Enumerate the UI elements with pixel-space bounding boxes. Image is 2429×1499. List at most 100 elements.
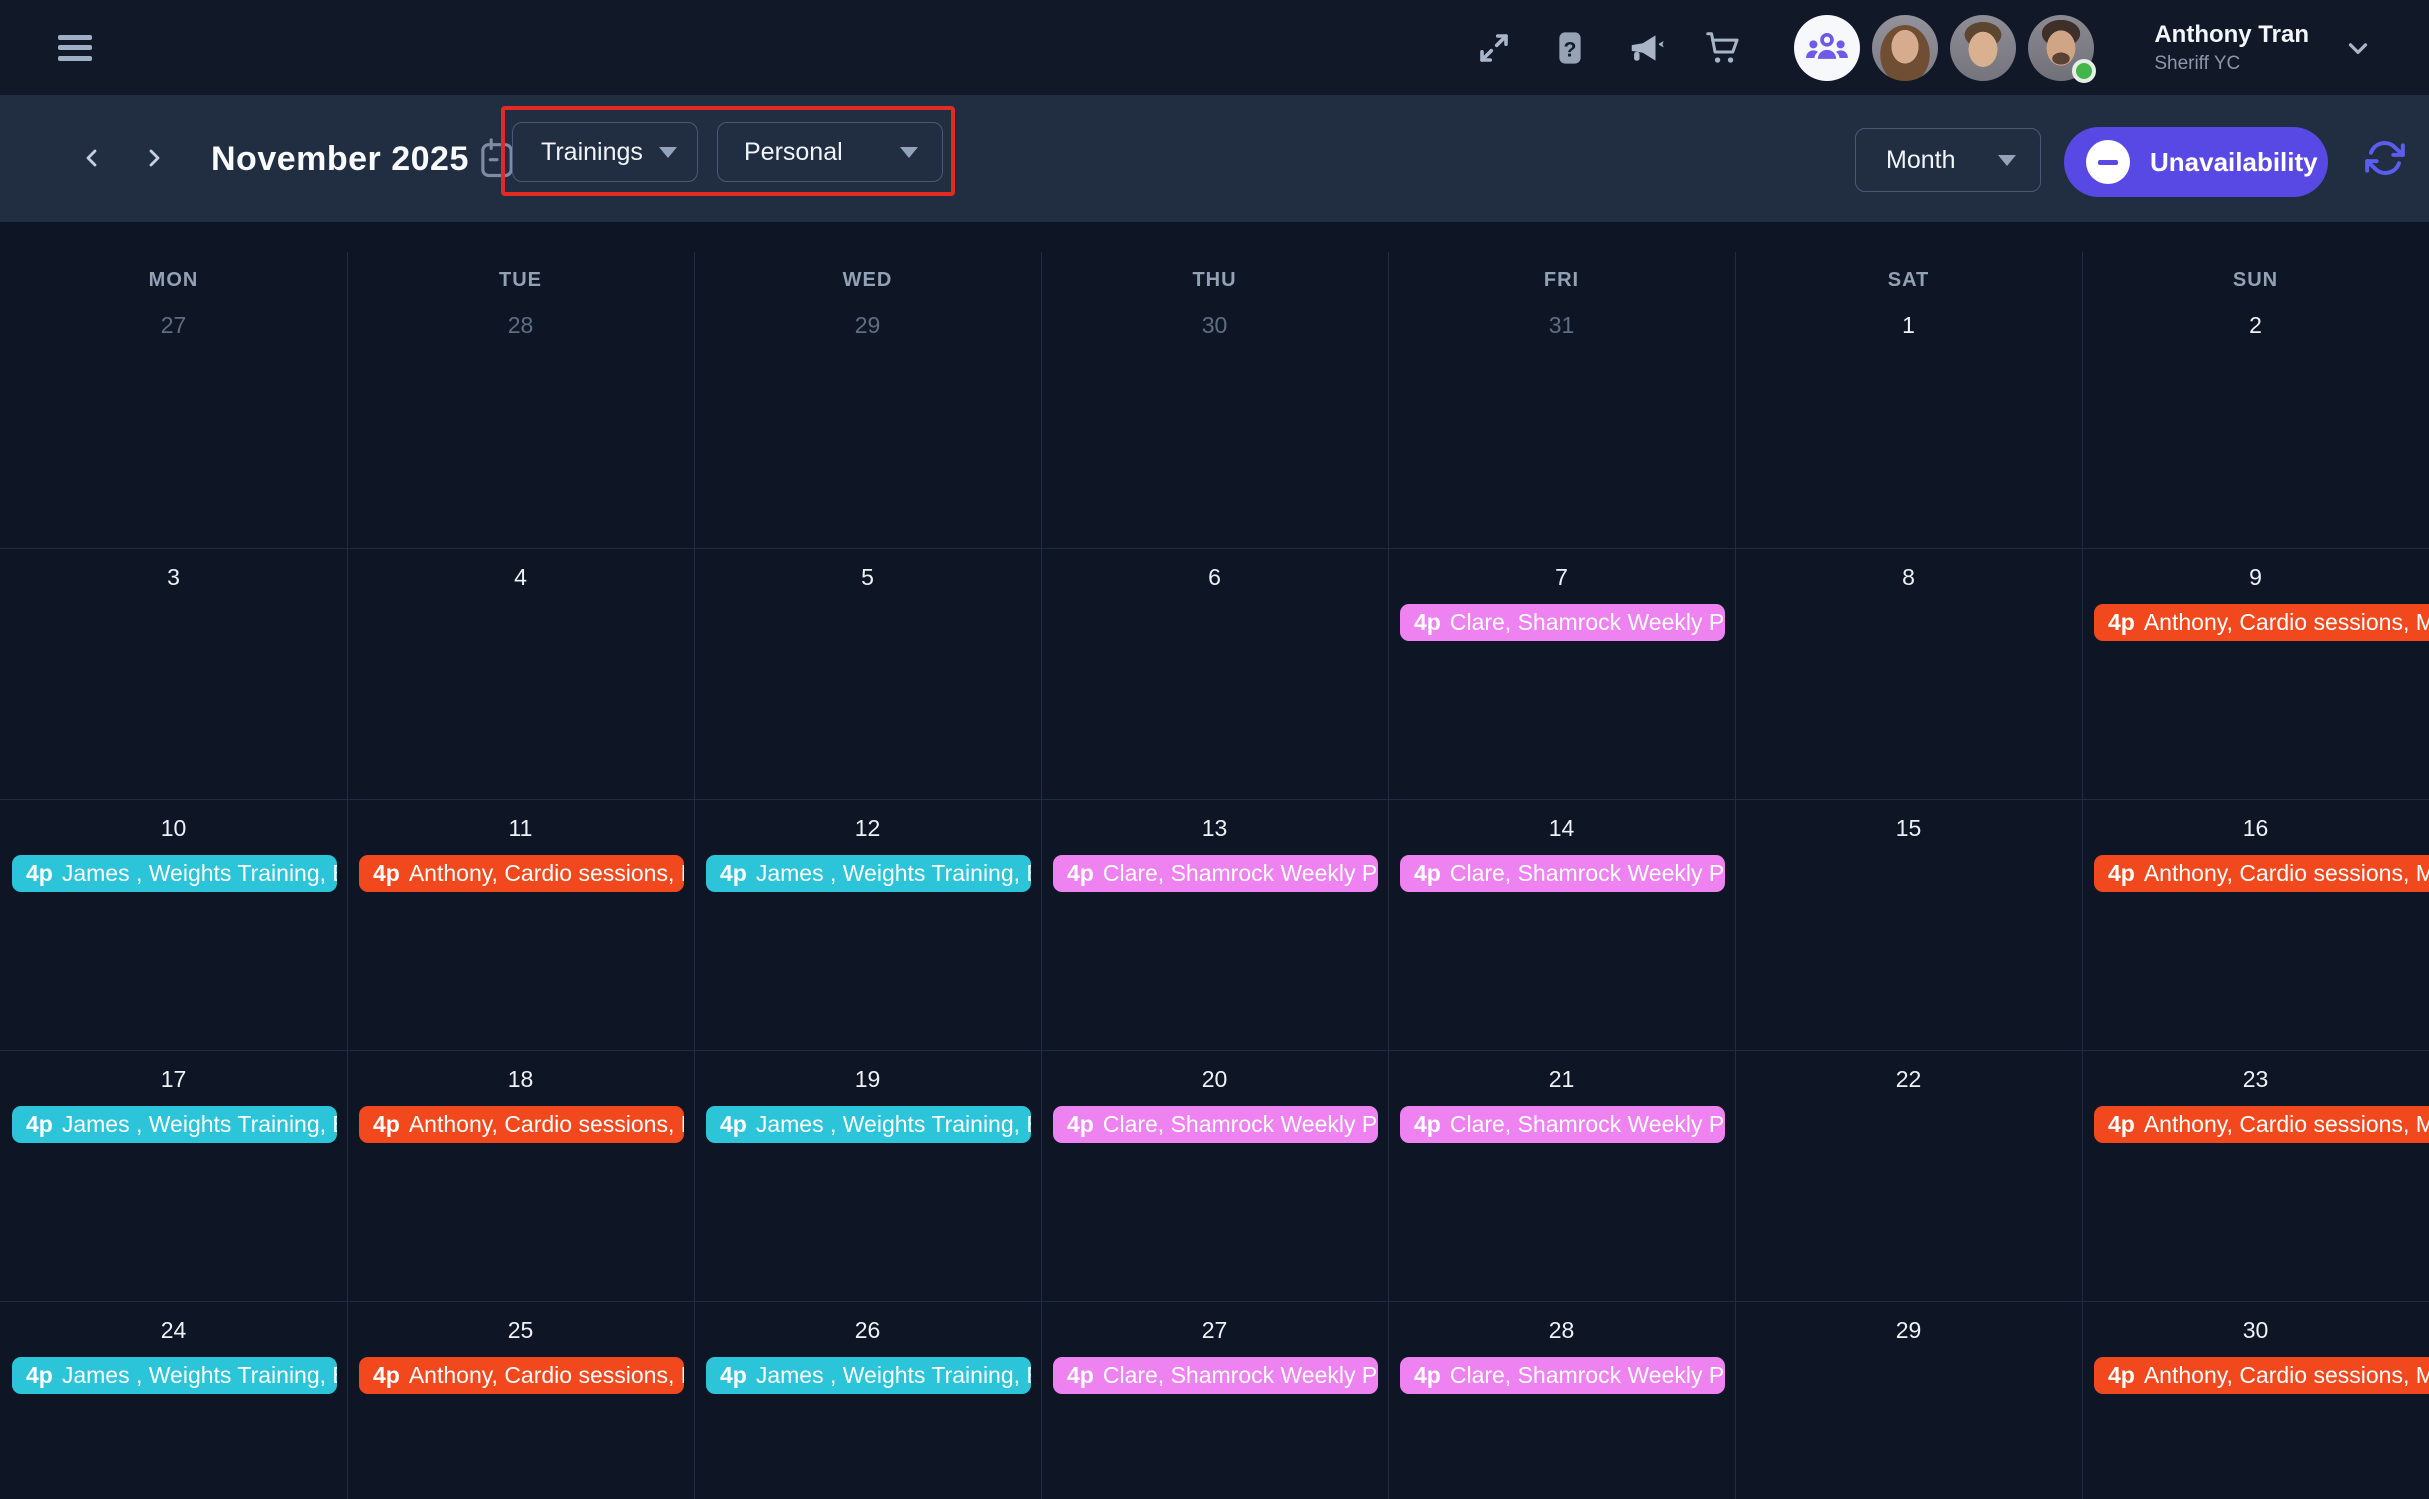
event-time: 4p [1414,1362,1441,1389]
calendar-week-row: 272829303112 [0,297,2429,548]
calendar-day-cell[interactable]: 15 [1735,800,2082,1050]
event-chip[interactable]: 4pAnthony, Cardio sessions, Mal [359,1357,684,1394]
next-month-button[interactable] [136,140,172,176]
cart-icon[interactable] [1702,28,1742,68]
event-chip[interactable]: 4pClare, Shamrock Weekly Prepa [1400,604,1725,641]
calendar-day-cell[interactable]: 264pJames , Weights Training, Berr [694,1302,1041,1499]
trainings-filter-dropdown[interactable]: Trainings [512,122,698,182]
event-time: 4p [720,860,747,887]
calendar-day-cell[interactable]: 31 [1388,297,1735,548]
calendar-day-cell[interactable]: 30 [1041,297,1388,548]
unavailability-button[interactable]: Unavailability [2064,127,2328,197]
calendar-day-cell[interactable]: 5 [694,549,1041,799]
event-chip[interactable]: 4pAnthony, Cardio sessions, Mal [359,855,684,892]
megaphone-icon[interactable] [1626,28,1666,68]
event-chip[interactable]: 4pJames , Weights Training, Berr [12,1106,337,1143]
view-mode-dropdown[interactable]: Month [1855,128,2041,192]
event-chip[interactable]: 4p Anthony, Cardio sessions, Mal [2094,604,2429,641]
calendar-day-cell[interactable]: 16 4p Anthony, Cardio sessions, Mal [2082,800,2429,1050]
day-number: 2 [2082,312,2429,338]
calendar-day-cell[interactable]: 29 [694,297,1041,548]
calendar-day-cell[interactable]: 174pJames , Weights Training, Berr [0,1051,347,1301]
event-chip[interactable]: 4pAnthony, Cardio sessions, Mal [359,1106,684,1143]
event-time: 4p [2108,609,2135,636]
event-chip[interactable]: 4pClare, Shamrock Weekly Prepa [1053,1106,1378,1143]
calendar-icon[interactable] [477,136,517,185]
calendar-day-cell[interactable]: 8 [1735,549,2082,799]
calendar-day-cell[interactable]: 144pClare, Shamrock Weekly Prepa [1388,800,1735,1050]
fullscreen-icon[interactable] [1474,28,1514,68]
event-time: 4p [373,1111,400,1138]
event-chip[interactable]: 4pJames , Weights Training, Berr [706,1357,1031,1394]
event-chip[interactable]: 4pClare, Shamrock Weekly Prepa [1053,855,1378,892]
event-label: Anthony, Cardio sessions, Mal [2144,1362,2429,1389]
personal-filter-dropdown[interactable]: Personal [717,122,943,182]
event-time: 4p [1067,860,1094,887]
sync-icon[interactable] [2360,133,2410,183]
calendar-day-cell[interactable]: 1 [1735,297,2082,548]
day-number: 25 [347,1317,694,1343]
calendar-day-cell[interactable]: 284pClare, Shamrock Weekly Prepa [1388,1302,1735,1499]
calendar-day-cell[interactable]: 114pAnthony, Cardio sessions, Mal [347,800,694,1050]
event-time: 4p [26,1362,53,1389]
calendar-day-cell[interactable]: 234pAnthony, Cardio sessions, Mal [2082,1051,2429,1301]
team-avatar[interactable] [1794,15,1860,81]
calendar-day-cell[interactable]: 304pAnthony, Cardio sessions, Mal [2082,1302,2429,1499]
calendar-day-cell[interactable]: 2 [2082,297,2429,548]
day-number: 3 [0,564,347,590]
event-chip[interactable]: 4p Anthony, Cardio sessions, Mal [2094,855,2429,892]
top-bar: ? [0,0,2429,95]
event-time: 4p [2108,860,2135,887]
user-name: Anthony Tran [2154,20,2309,50]
calendar-day-cell[interactable]: 134pClare, Shamrock Weekly Prepa [1041,800,1388,1050]
calendar-day-cell[interactable]: 25 4pAnthony, Cardio sessions, Mal [347,1302,694,1499]
user-menu[interactable]: Anthony Tran Sheriff YC [2154,20,2309,76]
event-chip[interactable]: 4pClare, Shamrock Weekly Prepa [1400,1106,1725,1143]
calendar-day-cell[interactable]: 28 [347,297,694,548]
event-chip[interactable]: 4pAnthony, Cardio sessions, Mal [2094,1106,2429,1143]
calendar-day-cell[interactable]: 6 [1041,549,1388,799]
calendar-day-cell[interactable]: 204pClare, Shamrock Weekly Prepa [1041,1051,1388,1301]
calendar-day-cell[interactable]: 94pAnthony, Cardio sessions, Mal [2082,549,2429,799]
prev-month-button[interactable] [74,140,110,176]
event-chip[interactable]: 4pJames , Weights Training, Berr [706,855,1031,892]
event-label: Anthony, Cardio sessions, Mal [2144,609,2429,636]
event-chip[interactable]: 4pJames , Weights Training, Berr [12,855,337,892]
calendar-day-cell[interactable]: 74pClare, Shamrock Weekly Prepa [1388,549,1735,799]
member-avatar[interactable] [1872,15,1938,81]
event-chip[interactable]: 4pClare, Shamrock Weekly Prepa [1400,855,1725,892]
calendar-day-cell[interactable]: 274pClare, Shamrock Weekly Prepa [1041,1302,1388,1499]
calendar-day-cell[interactable]: 244pJames , Weights Training, Berr [0,1302,347,1499]
member-avatar[interactable] [1950,15,2016,81]
calendar-day-cell[interactable]: 214pClare, Shamrock Weekly Prepa [1388,1051,1735,1301]
event-chip[interactable]: 4pClare, Shamrock Weekly Prepa [1053,1357,1378,1394]
event-chip[interactable]: 4pAnthony, Cardio sessions, Mal [2094,1357,2429,1394]
calendar-day-cell[interactable]: 10 4pJames , Weights Training, Berr [0,800,347,1050]
event-time: 4p [373,860,400,887]
event-chip[interactable]: 4p James , Weights Training, Berr [12,1357,337,1394]
menu-icon[interactable] [58,35,92,61]
calendar-day-cell[interactable]: 4 [347,549,694,799]
calendar-day-cell[interactable]: 124pJames , Weights Training, Berr [694,800,1041,1050]
calendar-weeks: 272829303112345674pClare, Shamrock Weekl… [0,297,2429,1499]
event-label: Anthony, Cardio sessions, Mal [2144,1111,2429,1138]
event-label: James , Weights Training, Berr [756,1362,1031,1389]
calendar-day-cell[interactable]: 29 [1735,1302,2082,1499]
calendar-day-cell[interactable]: 194pJames , Weights Training, Berr [694,1051,1041,1301]
calendar-day-cell[interactable]: 27 [0,297,347,548]
event-label: James , Weights Training, Berr [62,1362,337,1389]
chevron-down-icon[interactable] [2343,33,2373,63]
event-chip[interactable]: 4pClare, Shamrock Weekly Prepa [1400,1357,1725,1394]
app-window: ? [0,0,2429,1499]
day-number: 10 [0,815,347,841]
help-icon[interactable]: ? [1550,28,1590,68]
event-label: Anthony, Cardio sessions, Mal [2144,860,2429,887]
calendar-day-cell[interactable]: 22 [1735,1051,2082,1301]
trainings-filter-label: Trainings [541,138,643,167]
member-avatar[interactable] [2028,15,2094,81]
calendar-day-cell[interactable]: 184pAnthony, Cardio sessions, Mal [347,1051,694,1301]
day-number: 16 [2082,815,2429,841]
calendar-day-cell[interactable]: 3 [0,549,347,799]
event-chip[interactable]: 4pJames , Weights Training, Berr [706,1106,1031,1143]
day-number: 1 [1735,312,2082,338]
